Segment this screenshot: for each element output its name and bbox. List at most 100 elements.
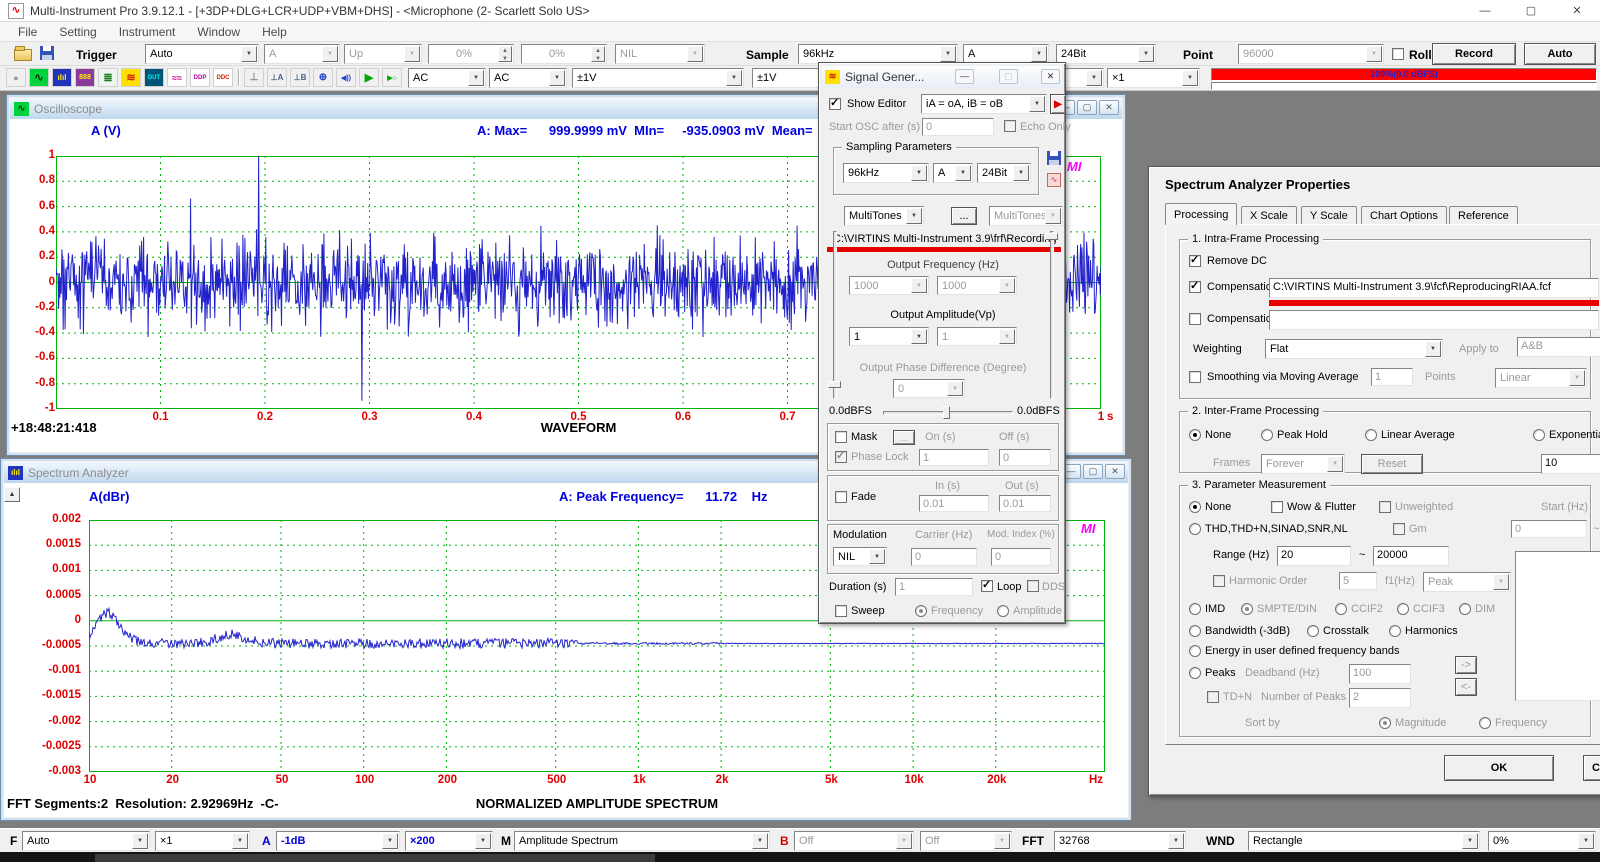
mask-checkbox[interactable] [835,431,847,443]
fade-checkbox[interactable] [835,491,847,503]
open-icon[interactable] [14,49,32,61]
b-zoom-select[interactable]: Off▼ [920,831,1012,851]
sg-bits-select[interactable]: 24Bit▼ [977,163,1031,183]
osc-restore-icon[interactable]: ▢ [1077,100,1097,115]
mask-browse-button[interactable]: ... [893,430,915,445]
dropdown-arrow-icon[interactable]: ▼ [994,833,1010,849]
menu-window[interactable]: Window [187,23,250,41]
oscilloscope-icon[interactable]: ∿ [29,68,49,87]
dropdown-arrow-icon[interactable]: ▼ [1327,456,1343,472]
tab-reference[interactable]: Reference [1449,206,1518,225]
start-hz-field[interactable]: 0 [1511,520,1587,538]
run-generator-button[interactable]: ▶ [1050,94,1066,114]
f1-mode-select[interactable]: Peak▼ [1423,572,1511,592]
loop-checkbox[interactable] [981,580,993,592]
smoothing-checkbox[interactable] [1189,371,1201,383]
smoothing-mode-select[interactable]: Linear▼ [1495,368,1587,388]
exponential-average-radio[interactable] [1533,429,1545,441]
dropdown-arrow-icon[interactable]: ▼ [475,833,491,849]
dropdown-arrow-icon[interactable]: ▼ [322,46,338,62]
spec-close-icon[interactable]: ✕ [1105,464,1125,479]
start-osc-field[interactable]: 0 [922,118,994,136]
dropdown-arrow-icon[interactable]: ▼ [947,381,963,396]
duration-field[interactable]: 1 [895,578,973,596]
sg-save-icon[interactable] [1047,151,1061,165]
reset-button[interactable]: Reset [1361,454,1423,474]
dropdown-arrow-icon[interactable]: ▼ [911,278,927,293]
show-editor-checkbox[interactable] [829,98,841,110]
a-offset-select[interactable]: -1dB▼ [276,831,400,851]
phase-select[interactable]: 0▼ [893,379,965,398]
move-right-button[interactable]: -> [1455,656,1477,674]
siggen-close-icon[interactable]: ✕ [1041,69,1060,84]
trigger-hpf-select[interactable]: NIL▼ [615,44,705,64]
dropdown-arrow-icon[interactable]: ▼ [1462,833,1478,849]
ddp-viewer-icon[interactable]: DDP [190,68,210,87]
sampling-channel-select[interactable]: A▼ [963,44,1049,64]
dropdown-arrow-icon[interactable]: ▼ [549,70,565,86]
dropdown-arrow-icon[interactable]: ▼ [1366,46,1382,62]
dds-checkbox[interactable] [1027,580,1039,592]
wow-flutter-checkbox[interactable] [1271,501,1283,513]
sampling-bits-select[interactable]: 24Bit▼ [1056,44,1156,64]
window-type-select[interactable]: Rectangle▼ [1248,831,1480,851]
interframe-none-radio[interactable] [1189,429,1201,441]
dut-icon[interactable]: DUT [144,68,164,87]
sort-frequency-radio[interactable] [1479,717,1491,729]
dropdown-arrow-icon[interactable]: ▼ [382,833,398,849]
sort-magnitude-radio[interactable] [1379,717,1391,729]
exp-frames-field[interactable]: 10 [1541,454,1600,474]
frequency-a-select[interactable]: 1000▼ [849,276,929,295]
trigger-edge-select[interactable]: Up▼ [344,44,422,64]
osc-close-icon[interactable]: ✕ [1099,100,1119,115]
dropdown-arrow-icon[interactable]: ▼ [1425,341,1441,357]
multimeter-icon[interactable]: 888 [75,68,95,87]
tab-x-scale[interactable]: X Scale [1241,206,1297,225]
mask-on-field[interactable]: 1 [919,449,989,466]
auto-button[interactable]: Auto [1524,43,1596,65]
peak-hold-radio[interactable] [1261,429,1273,441]
dropdown-arrow-icon[interactable]: ▼ [1045,208,1061,224]
tab-y-scale[interactable]: Y Scale [1301,206,1357,225]
record-length-select[interactable]: 96000▼ [1238,44,1384,64]
crosstalk-radio[interactable] [1307,625,1319,637]
spec-restore-icon[interactable]: ▢ [1083,464,1103,479]
spinner-arrows-icon[interactable]: ▲▼ [498,46,512,62]
waveform-b-select[interactable]: MultiTones▼ [989,206,1063,226]
dropdown-arrow-icon[interactable]: ▼ [999,278,1015,293]
modulation-select[interactable]: NIL▼ [833,547,887,566]
dropdown-arrow-icon[interactable]: ▼ [911,329,927,344]
range-to-field[interactable]: 20000 [1373,546,1449,566]
slider-b-thumb[interactable] [1045,233,1058,240]
carrier-field[interactable]: 0 [911,548,977,566]
run-loop-icon[interactable]: ▶○ [382,68,402,87]
ok-button[interactable]: OK [1444,755,1554,781]
sg-channel-select[interactable]: A▼ [933,163,973,183]
waveform-a-select[interactable]: MultiTones▼ [844,206,924,226]
record-button[interactable]: Record [1432,43,1516,65]
scroll-up-icon[interactable]: ▲ [4,487,20,502]
spectrum-3d-plot-icon[interactable]: ≋ [121,68,141,87]
dropdown-arrow-icon[interactable]: ▼ [1013,165,1029,181]
dropdown-arrow-icon[interactable]: ▼ [468,70,484,86]
device-test-plan-icon[interactable]: ≣ [98,68,118,87]
fade-in-field[interactable]: 0.01 [919,495,989,512]
pm-none-radio[interactable] [1189,501,1201,513]
save-icon[interactable] [40,46,54,60]
harmonic-order-field[interactable]: 5 [1339,572,1377,590]
smpte-radio[interactable] [1241,603,1253,615]
coupling-a-select[interactable]: AC▼ [408,68,486,88]
frequency-bands-listbox[interactable] [1515,551,1600,701]
remove-dc-checkbox[interactable] [1189,255,1201,267]
compensation1-path-field[interactable]: C:\VIRTINS Multi-Instrument 3.9\fcf\Repr… [1269,278,1599,298]
minimize-button[interactable]: — [1462,0,1508,22]
dropdown-arrow-icon[interactable]: ▼ [955,165,971,181]
siggen-maximize-icon[interactable]: ▢ [999,69,1018,84]
calibration-icon[interactable]: ⊕ [313,68,333,87]
dropdown-arrow-icon[interactable]: ▼ [241,46,257,62]
dropdown-arrow-icon[interactable]: ▼ [404,46,420,62]
trigger-source-select[interactable]: A▼ [264,44,340,64]
dim-radio[interactable] [1459,603,1471,615]
dropdown-arrow-icon[interactable]: ▼ [1569,370,1585,386]
dropdown-arrow-icon[interactable]: ▼ [869,549,885,564]
